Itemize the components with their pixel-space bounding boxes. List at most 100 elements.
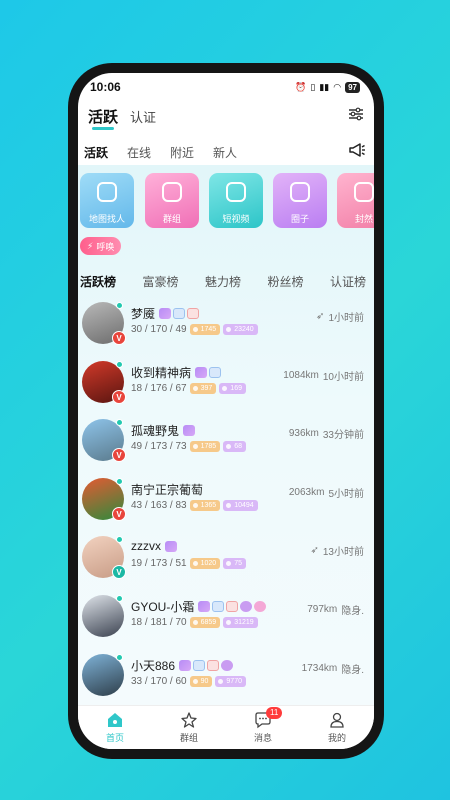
user-list-item[interactable]: V 南宁正宗葡萄 43 / 163 / 83 1365 10494 2063km… xyxy=(78,475,374,534)
battery-icon: 97 xyxy=(345,81,360,93)
shortcut-shop[interactable]: 封然 xyxy=(337,173,374,228)
user-distance: 1084km xyxy=(283,369,319,381)
tab-label: 我的 xyxy=(327,733,346,743)
coin-pill: 1020 xyxy=(189,558,221,570)
tab-groups[interactable]: 群组 xyxy=(159,711,219,744)
shortcut-circles[interactable]: 圈子 xyxy=(273,173,327,228)
user-meta: ➶ 1小时前 xyxy=(316,309,364,324)
likes-pill: 23240 xyxy=(223,324,258,335)
play-icon xyxy=(226,182,246,202)
user-name: 梦魇 xyxy=(131,307,156,321)
rank-tab-rich[interactable]: 富豪榜 xyxy=(142,273,178,291)
shortcut-groups[interactable]: 群组 xyxy=(145,173,199,228)
bottom-tabbar: 首页 群组 11 消息 我的 xyxy=(78,705,374,749)
user-name: 孤魂野鬼 xyxy=(131,424,180,439)
vip-badge: V xyxy=(112,389,126,404)
call-chip-button[interactable]: ⚡ 呼唤 xyxy=(80,237,122,255)
user-distance: 2063km xyxy=(288,486,325,498)
user-last-active: 33分钟前 xyxy=(322,430,364,442)
rank-tab-fans[interactable]: 粉丝榜 xyxy=(267,273,303,291)
shortcut-short-video[interactable]: 短视频 xyxy=(209,173,263,228)
coin-pill: 6859 xyxy=(189,616,221,628)
tab-messages[interactable]: 11 消息 xyxy=(233,707,293,744)
user-stats-row: 49 / 173 / 73 1785 68 xyxy=(131,441,246,453)
user-list-item[interactable]: GYOU-小霜 18 / 181 / 70 6859 31219 797km 隐… xyxy=(78,592,374,651)
online-status-dot xyxy=(116,302,123,309)
filter-subtabs: 活跃 在线 附近 新人 xyxy=(78,139,374,165)
level-badge-icon xyxy=(193,659,206,671)
subtab-newcomers[interactable]: 新人 xyxy=(213,144,237,161)
header-tab-verified[interactable]: 认证 xyxy=(130,107,156,126)
avatar-wrap[interactable]: V xyxy=(82,477,126,521)
user-body-stats: 33 / 170 / 60 xyxy=(131,675,187,687)
avatar-wrap[interactable]: V xyxy=(82,302,126,345)
user-stats-row: 33 / 170 / 60 90 9770 xyxy=(131,675,246,687)
main-content: 地图找人 群组 短视频 圈子 封然 ⚡ 呼唤 活跃榜 富豪榜 魅力榜 粉丝榜 认… xyxy=(78,165,374,705)
rank-tab-active[interactable]: 活跃榜 xyxy=(80,273,116,291)
rank-tab-charm[interactable]: 魅力榜 xyxy=(205,273,241,291)
user-list-item[interactable]: V zzzvx 19 / 173 / 51 1020 75 ➶ 13小时前 xyxy=(78,533,374,592)
vibrate-icon: ▯ xyxy=(310,81,316,92)
level-badge-icon xyxy=(209,366,222,378)
likes-pill: 31219 xyxy=(223,616,258,628)
user-list-item[interactable]: V 收到精神病 18 / 176 / 67 397 169 1084km 10小… xyxy=(78,358,374,417)
wifi-icon: ◠ xyxy=(333,81,342,92)
user-list-item[interactable]: V 梦魇 30 / 170 / 49 1745 23240 ➶ 1小时前 xyxy=(78,299,374,358)
map-pin-icon xyxy=(97,182,117,202)
tab-home[interactable]: 首页 xyxy=(85,711,145,744)
user-body-stats: 18 / 176 / 67 xyxy=(131,382,187,394)
user-last-active: 隐身. xyxy=(341,664,364,676)
level-badge-icon xyxy=(207,659,220,671)
subtab-online[interactable]: 在线 xyxy=(127,144,151,161)
tab-label: 首页 xyxy=(105,733,124,743)
tab-profile[interactable]: 我的 xyxy=(307,711,367,744)
user-body-stats: 19 / 173 / 51 xyxy=(131,558,187,570)
location-hidden-icon: ➶ xyxy=(310,545,319,557)
header-tab-active[interactable]: 活跃 xyxy=(88,106,118,130)
shortcut-map-search[interactable]: 地图找人 xyxy=(80,173,134,228)
user-meta: 2063km 5小时前 xyxy=(289,485,364,500)
user-name: 南宁正宗葡萄 xyxy=(131,482,204,497)
filter-sliders-icon[interactable] xyxy=(348,107,364,126)
user-list-item[interactable]: V 孤魂野鬼 49 / 173 / 73 1785 68 936km 33分钟前 xyxy=(78,416,374,475)
lightning-icon: ⚡ xyxy=(87,240,94,251)
shop-icon xyxy=(354,182,374,202)
level-badge-icon xyxy=(221,659,234,671)
likes-pill: 68 xyxy=(223,441,246,453)
coin-pill: 397 xyxy=(189,382,217,394)
user-stats-row: 18 / 176 / 67 397 169 xyxy=(131,382,246,394)
level-badge-icon xyxy=(254,600,267,612)
user-name: GYOU-小霜 xyxy=(131,599,195,614)
megaphone-icon[interactable] xyxy=(348,142,366,163)
shortcut-label: 封然 xyxy=(354,214,373,224)
user-body-stats: 30 / 170 / 49 xyxy=(131,324,187,335)
user-last-active: 隐身. xyxy=(341,605,364,617)
user-distance: 797km xyxy=(307,603,338,615)
coin-pill: 90 xyxy=(189,675,213,687)
user-name-row: 梦魇 xyxy=(131,305,200,322)
online-status-dot xyxy=(116,536,123,544)
avatar-wrap[interactable]: V xyxy=(82,536,126,580)
subtab-nearby[interactable]: 附近 xyxy=(170,144,194,161)
user-meta: 1084km 10小时前 xyxy=(283,368,364,383)
likes-pill: 9770 xyxy=(215,675,246,687)
likes-pill: 10494 xyxy=(223,499,258,511)
online-status-dot xyxy=(116,360,123,368)
vip-badge: V xyxy=(112,331,126,345)
avatar-wrap[interactable]: V xyxy=(82,419,126,463)
subtab-active[interactable]: 活跃 xyxy=(84,144,108,161)
coin-pill: 1785 xyxy=(189,441,221,453)
avatar-wrap[interactable] xyxy=(82,594,124,637)
avatar-wrap[interactable] xyxy=(82,653,124,696)
location-hidden-icon: ➶ xyxy=(316,311,325,322)
level-badge-icon xyxy=(165,540,177,552)
user-list-item[interactable]: 小天886 33 / 170 / 60 90 9770 1734km 隐身. xyxy=(78,651,374,710)
level-badge-icon xyxy=(212,600,225,612)
shortcut-label: 圈子 xyxy=(290,214,309,224)
rank-tab-verified[interactable]: 认证榜 xyxy=(330,273,366,291)
avatar-wrap[interactable]: V xyxy=(82,360,126,404)
user-name: 小天886 xyxy=(131,658,176,673)
level-badge-icon xyxy=(240,600,253,612)
level-badge-icon xyxy=(226,600,239,612)
level-badge-icon xyxy=(179,659,192,671)
